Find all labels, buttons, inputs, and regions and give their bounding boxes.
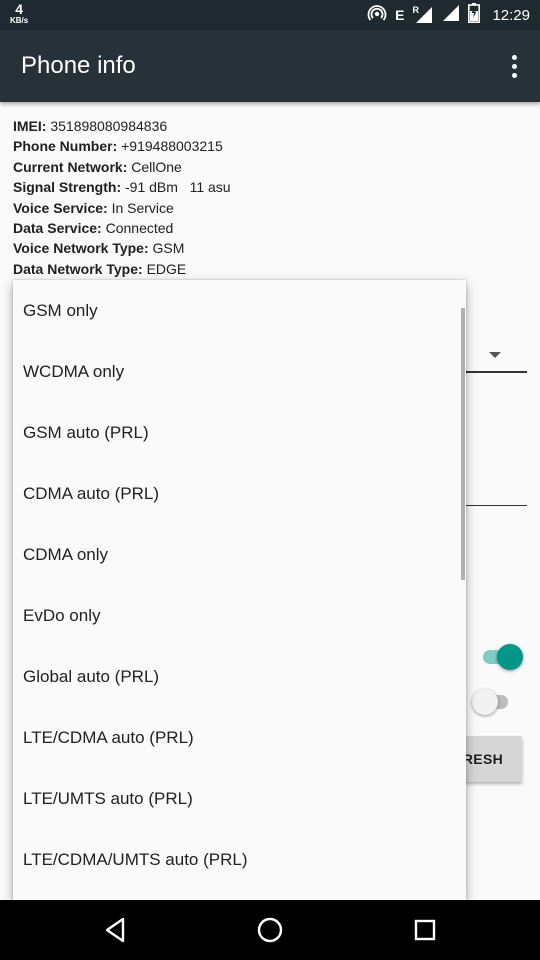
- text-field-underline[interactable]: [462, 505, 527, 506]
- dropdown-option-gsm-only[interactable]: GSM only: [13, 280, 466, 341]
- toggle-thumb: [472, 689, 498, 715]
- info-value: +919488003215: [121, 138, 223, 155]
- overflow-dot: [511, 72, 517, 78]
- info-value: CellOne: [131, 158, 182, 175]
- network-type-indicator: E: [395, 7, 405, 23]
- status-bar: 4 KB/s E R 12:29: [0, 0, 540, 30]
- info-value: Connected: [105, 219, 174, 236]
- dropdown-option-global-auto-prl[interactable]: Global auto (PRL): [13, 646, 466, 707]
- info-value: 351898080984836: [50, 118, 168, 134]
- info-value: EDGE: [146, 260, 187, 277]
- info-row-imei: IMEI: 351898080984836: [13, 116, 231, 136]
- dropdown-option-lte-umts-auto-prl[interactable]: LTE/UMTS auto (PRL): [13, 768, 466, 829]
- info-label: Phone Number:: [13, 138, 118, 155]
- info-row-voice-network-type: Voice Network Type: GSM: [13, 238, 231, 258]
- back-icon[interactable]: [97, 912, 133, 948]
- network-type-dropdown: GSM only WCDMA only GSM auto (PRL) CDMA …: [13, 280, 466, 900]
- network-speed-value: 4: [15, 1, 24, 17]
- home-icon[interactable]: [252, 912, 288, 948]
- info-label: Signal Strength:: [13, 179, 122, 196]
- info-row-voice-service: Voice Service: In Service: [13, 198, 231, 218]
- info-value: In Service: [111, 199, 174, 216]
- info-value: GSM: [152, 240, 185, 257]
- dropdown-option-cdma-only[interactable]: CDMA only: [13, 524, 466, 585]
- overflow-dot: [511, 63, 517, 69]
- dropdown-option-lte-cdma-auto-prl[interactable]: LTE/CDMA auto (PRL): [13, 707, 466, 768]
- signal-roaming-icon: R: [412, 5, 434, 25]
- overflow-dot: [511, 54, 517, 60]
- info-label: Data Network Type:: [13, 260, 143, 277]
- app-bar: Phone info: [0, 30, 540, 102]
- battery-icon: [468, 2, 481, 28]
- toggle-thumb: [497, 644, 523, 670]
- dropdown-arrow-icon[interactable]: [489, 352, 501, 358]
- info-row-signal-strength: Signal Strength: -91 dBm 11 asu: [13, 177, 231, 197]
- info-row-data-service: Data Service: Connected: [13, 218, 231, 238]
- network-speed-unit: KB/s: [10, 16, 29, 25]
- info-label: Data Service:: [13, 219, 102, 236]
- info-label: Current Network:: [13, 158, 128, 175]
- dropdown-option-wcdma-only[interactable]: WCDMA only: [13, 341, 466, 402]
- more-vert-icon[interactable]: [502, 50, 526, 82]
- phone-info-list: IMEI: 351898080984836 Phone Number: +919…: [13, 116, 231, 279]
- info-row-current-network: Current Network: CellOne: [13, 157, 231, 177]
- clock: 12:29: [492, 6, 530, 24]
- toggle-switch-on[interactable]: [481, 643, 523, 671]
- status-icons: E R 12:29: [367, 0, 530, 30]
- info-row-phone-number: Phone Number: +919488003215: [13, 136, 231, 156]
- info-label: Voice Service:: [13, 199, 108, 216]
- info-label: Voice Network Type:: [13, 240, 149, 257]
- recents-icon[interactable]: [407, 912, 443, 948]
- dropdown-list: GSM only WCDMA only GSM auto (PRL) CDMA …: [13, 280, 466, 890]
- network-speed: 4 KB/s: [10, 2, 28, 25]
- signal-icon: [442, 4, 460, 27]
- page-title: Phone info: [21, 52, 136, 79]
- dropdown-option-evdo-only[interactable]: EvDo only: [13, 585, 466, 646]
- hotspot-icon: [367, 3, 387, 28]
- network-type-spinner[interactable]: [462, 371, 527, 373]
- info-label: IMEI:: [13, 118, 47, 134]
- toggle-switch-off[interactable]: [472, 688, 512, 716]
- navigation-bar: [0, 900, 540, 960]
- dropdown-option-cdma-auto-prl[interactable]: CDMA auto (PRL): [13, 463, 466, 524]
- info-row-data-network-type: Data Network Type: EDGE: [13, 259, 231, 279]
- dropdown-option-lte-cdma-umts-auto-prl[interactable]: LTE/CDMA/UMTS auto (PRL): [13, 829, 466, 890]
- dropdown-option-gsm-auto-prl[interactable]: GSM auto (PRL): [13, 402, 466, 463]
- info-value: -91 dBm 11 asu: [125, 179, 231, 196]
- scrollbar[interactable]: [461, 308, 465, 580]
